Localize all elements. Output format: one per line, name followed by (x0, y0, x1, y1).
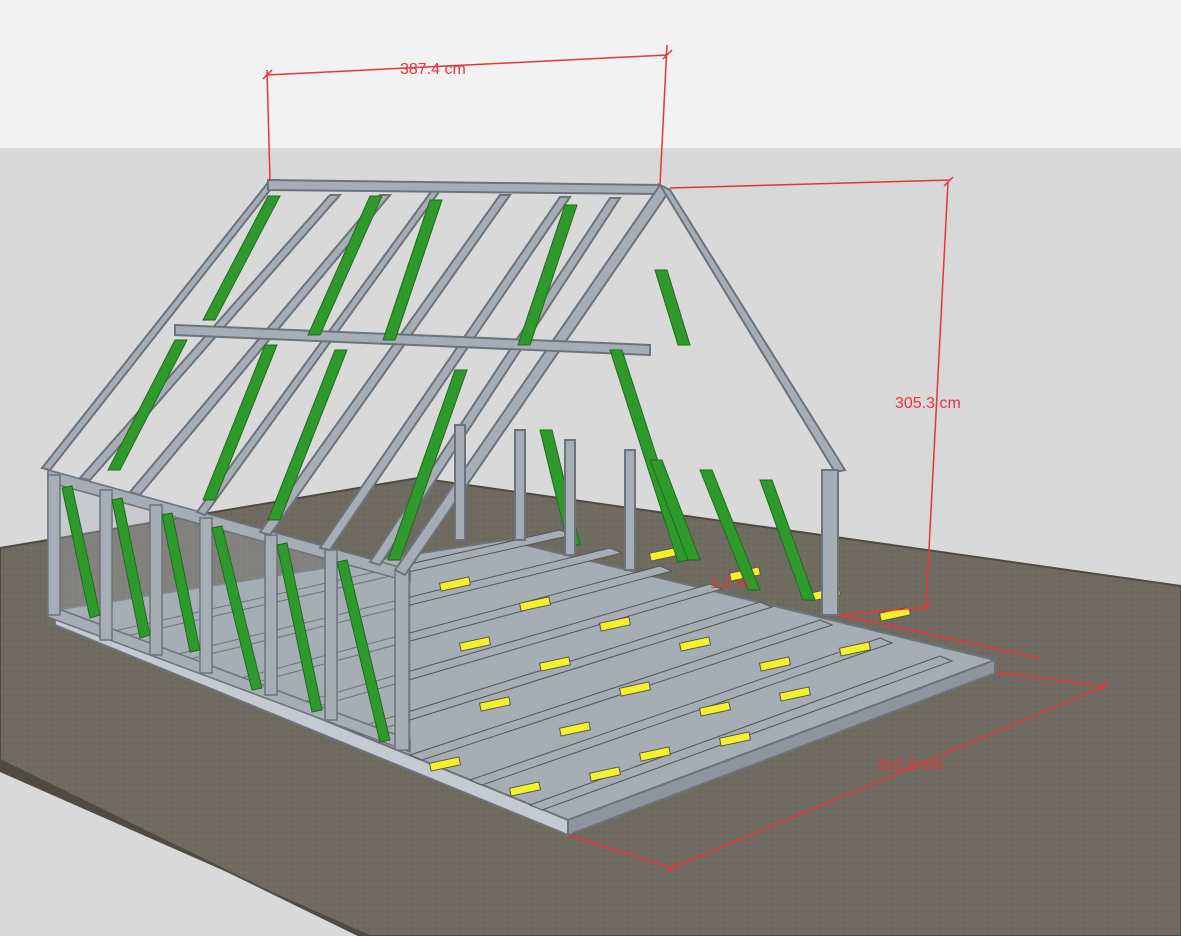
dimension-depth-label: 392.0 cm (877, 757, 943, 774)
dimension-height-label: 305.3 cm (895, 395, 961, 412)
cad-viewport: 387.4 cm 305.3 cm 392.0 cm 1.0 m (0, 0, 1181, 936)
dimension-hidden-label: 1.0 m (710, 575, 750, 592)
dimension-top-label: 387.4 cm (400, 61, 466, 78)
sky-background (0, 0, 1181, 148)
